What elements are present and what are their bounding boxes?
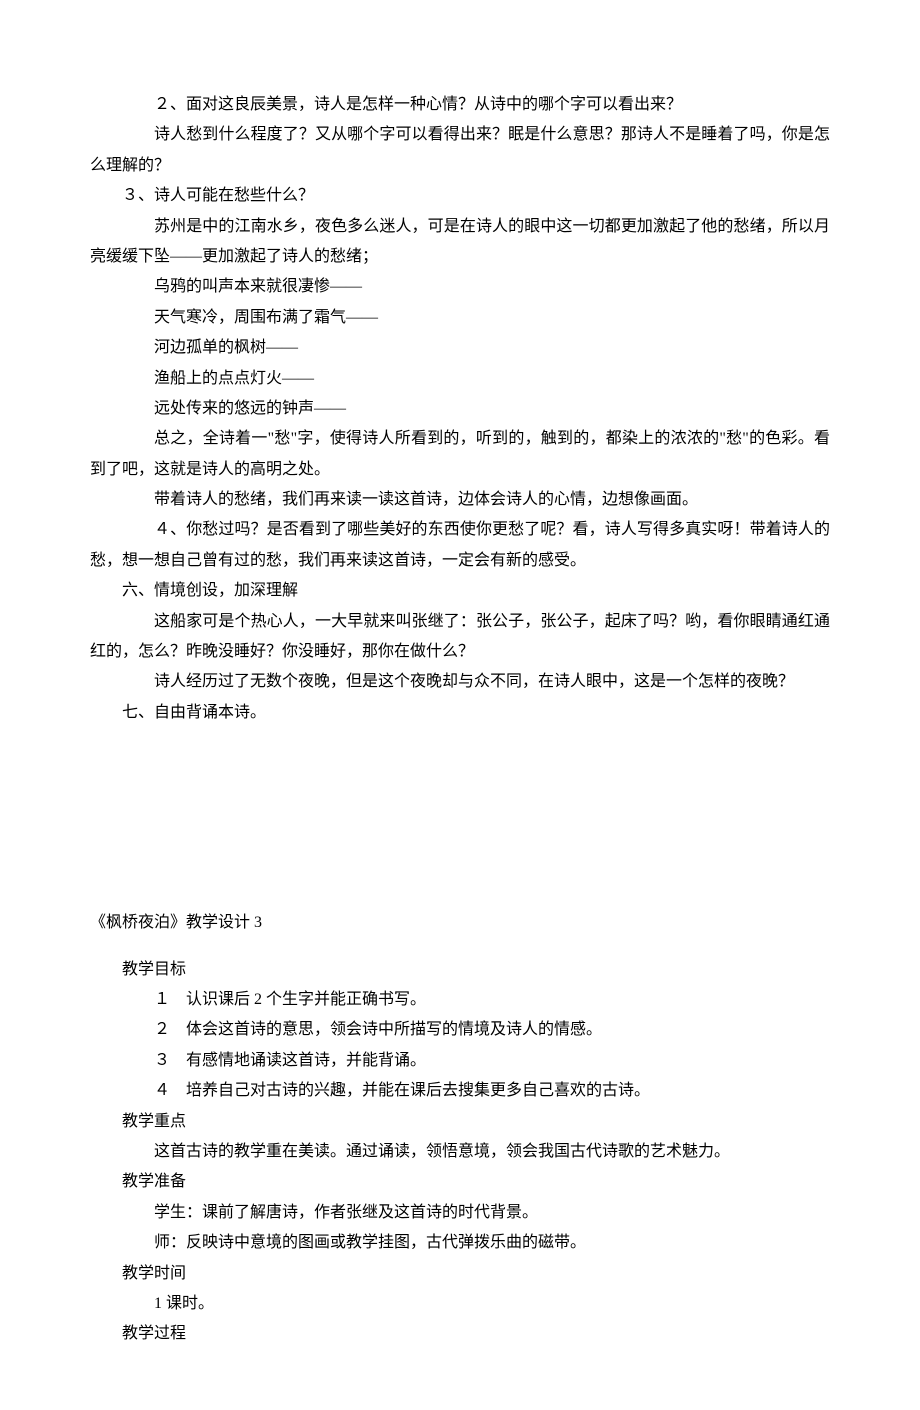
list-item: ２ 体会这首诗的意思，领会诗中所描写的情境及诗人的情感。	[90, 1015, 830, 1045]
body-text: 总之，全诗着一"愁"字，使得诗人所看到的，听到的，触到的，都染上的浓浓的"愁"的…	[90, 424, 830, 485]
body-text: 带着诗人的愁绪，我们再来读一读这首诗，边体会诗人的心情，边想像画面。	[90, 485, 830, 515]
body-text: 这首古诗的教学重在美读。通过诵读，领悟意境，领会我国古代诗歌的艺术魅力。	[90, 1137, 830, 1167]
body-text: 渔船上的点点灯火——	[90, 364, 830, 394]
list-item: ３ 有感情地诵读这首诗，并能背诵。	[90, 1046, 830, 1076]
list-item: ３、诗人可能在愁些什么？	[90, 181, 830, 211]
blank-line	[90, 939, 830, 955]
body-text: 这船家可是个热心人，一大早就来叫张继了：张公子，张公子，起床了吗？哟，看你眼睛通…	[90, 607, 830, 668]
list-item: ２、面对这良辰美景，诗人是怎样一种心情？从诗中的哪个字可以看出来？	[90, 90, 830, 120]
list-item: ４ 培养自己对古诗的兴趣，并能在课后去搜集更多自己喜欢的古诗。	[90, 1076, 830, 1106]
section-heading: 教学重点	[90, 1107, 830, 1137]
body-text: 远处传来的悠远的钟声——	[90, 394, 830, 424]
section-heading: 教学目标	[90, 955, 830, 985]
body-text: 苏州是中的江南水乡，夜色多么迷人，可是在诗人的眼中这一切都更加激起了他的愁绪，所…	[90, 212, 830, 273]
document-page: ２、面对这良辰美景，诗人是怎样一种心情？从诗中的哪个字可以看出来？ 诗人愁到什么…	[0, 0, 920, 1410]
section-heading: 六、情境创设，加深理解	[90, 576, 830, 606]
body-text: 天气寒冷，周围布满了霜气——	[90, 303, 830, 333]
body-text: 乌鸦的叫声本来就很凄惨——	[90, 272, 830, 302]
section-heading: 教学过程	[90, 1319, 830, 1349]
section-heading: 教学准备	[90, 1167, 830, 1197]
body-text: 诗人经历过了无数个夜晚，但是这个夜晚却与众不同，在诗人眼中，这是一个怎样的夜晚？	[90, 667, 830, 697]
body-text: 1 课时。	[90, 1289, 830, 1319]
list-item: ４、你愁过吗？是否看到了哪些美好的东西使你更愁了呢？看，诗人写得多真实呀！带着诗…	[90, 515, 830, 576]
list-item: １ 认识课后 2 个生字并能正确书写。	[90, 985, 830, 1015]
body-text: 学生：课前了解唐诗，作者张继及这首诗的时代背景。	[90, 1198, 830, 1228]
section-heading: 教学时间	[90, 1259, 830, 1289]
section-gap	[90, 728, 830, 908]
body-text: 诗人愁到什么程度了？又从哪个字可以看得出来？眠是什么意思？那诗人不是睡着了吗，你…	[90, 120, 830, 181]
document-title: 《枫桥夜泊》教学设计 3	[90, 908, 830, 938]
section-heading: 七、自由背诵本诗。	[90, 698, 830, 728]
body-text: 河边孤单的枫树——	[90, 333, 830, 363]
body-text: 师：反映诗中意境的图画或教学挂图，古代弹拨乐曲的磁带。	[90, 1228, 830, 1258]
